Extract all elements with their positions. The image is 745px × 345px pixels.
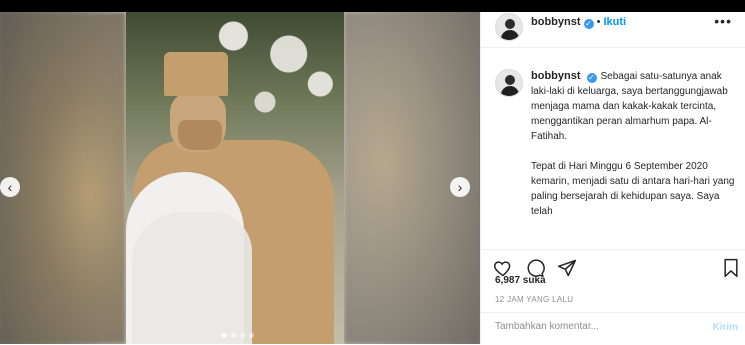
post-header: bobbynst ✓ • Ikuti ••• bbox=[481, 12, 745, 48]
post-comment-button[interactable]: Kirim bbox=[712, 322, 738, 333]
carousel-dot bbox=[249, 333, 254, 338]
header-separator: • bbox=[596, 16, 601, 28]
carousel-dots bbox=[222, 333, 254, 338]
bookmark-icon[interactable] bbox=[721, 258, 741, 278]
caption-avatar[interactable] bbox=[495, 69, 523, 97]
post-media-carousel[interactable]: ‹ › bbox=[0, 12, 480, 344]
header-username[interactable]: bobbynst bbox=[531, 16, 581, 28]
photo-groom-mask bbox=[178, 120, 222, 150]
post-timestamp[interactable]: 12 JAM YANG LALU bbox=[495, 295, 573, 304]
header-line: bobbynst ✓ • Ikuti bbox=[531, 16, 626, 29]
carousel-dot-active bbox=[222, 333, 227, 338]
photo-bride-veil-lower bbox=[132, 212, 252, 344]
caption-paragraph-2: Tepat di Hari Minggu 6 September 2020 ke… bbox=[531, 161, 735, 217]
photo-groom-hat bbox=[164, 52, 228, 96]
comment-input[interactable] bbox=[493, 320, 697, 333]
avatar[interactable] bbox=[495, 13, 523, 41]
media-blur-left bbox=[0, 12, 126, 344]
post-sidebar: bobbynst ✓ • Ikuti ••• bobbynst ✓ Sebagai s… bbox=[480, 12, 745, 344]
carousel-dot bbox=[240, 333, 245, 338]
chevron-left-icon[interactable]: ‹ bbox=[0, 177, 20, 197]
follow-button[interactable]: Ikuti bbox=[603, 16, 626, 28]
caption-username[interactable]: bobbynst bbox=[531, 70, 581, 82]
post-actions bbox=[481, 249, 745, 278]
chevron-right-icon[interactable]: › bbox=[450, 177, 470, 197]
likes-count[interactable]: 6,987 suka bbox=[495, 275, 546, 286]
caption-text: bobbynst ✓ Sebagai satu-satunya anak laki-… bbox=[531, 69, 739, 234]
share-icon[interactable] bbox=[557, 258, 577, 278]
caption-paragraph-1: bobbynst ✓ Sebagai satu-satunya anak laki-… bbox=[531, 69, 739, 144]
verified-badge-icon: ✓ bbox=[583, 19, 594, 29]
carousel-dot bbox=[231, 333, 236, 338]
comment-bar: Kirim bbox=[481, 312, 745, 345]
top-black-bar bbox=[0, 0, 745, 12]
verified-badge-icon: ✓ bbox=[586, 73, 597, 83]
more-options-icon[interactable]: ••• bbox=[714, 13, 732, 29]
post-photo[interactable] bbox=[126, 12, 344, 344]
